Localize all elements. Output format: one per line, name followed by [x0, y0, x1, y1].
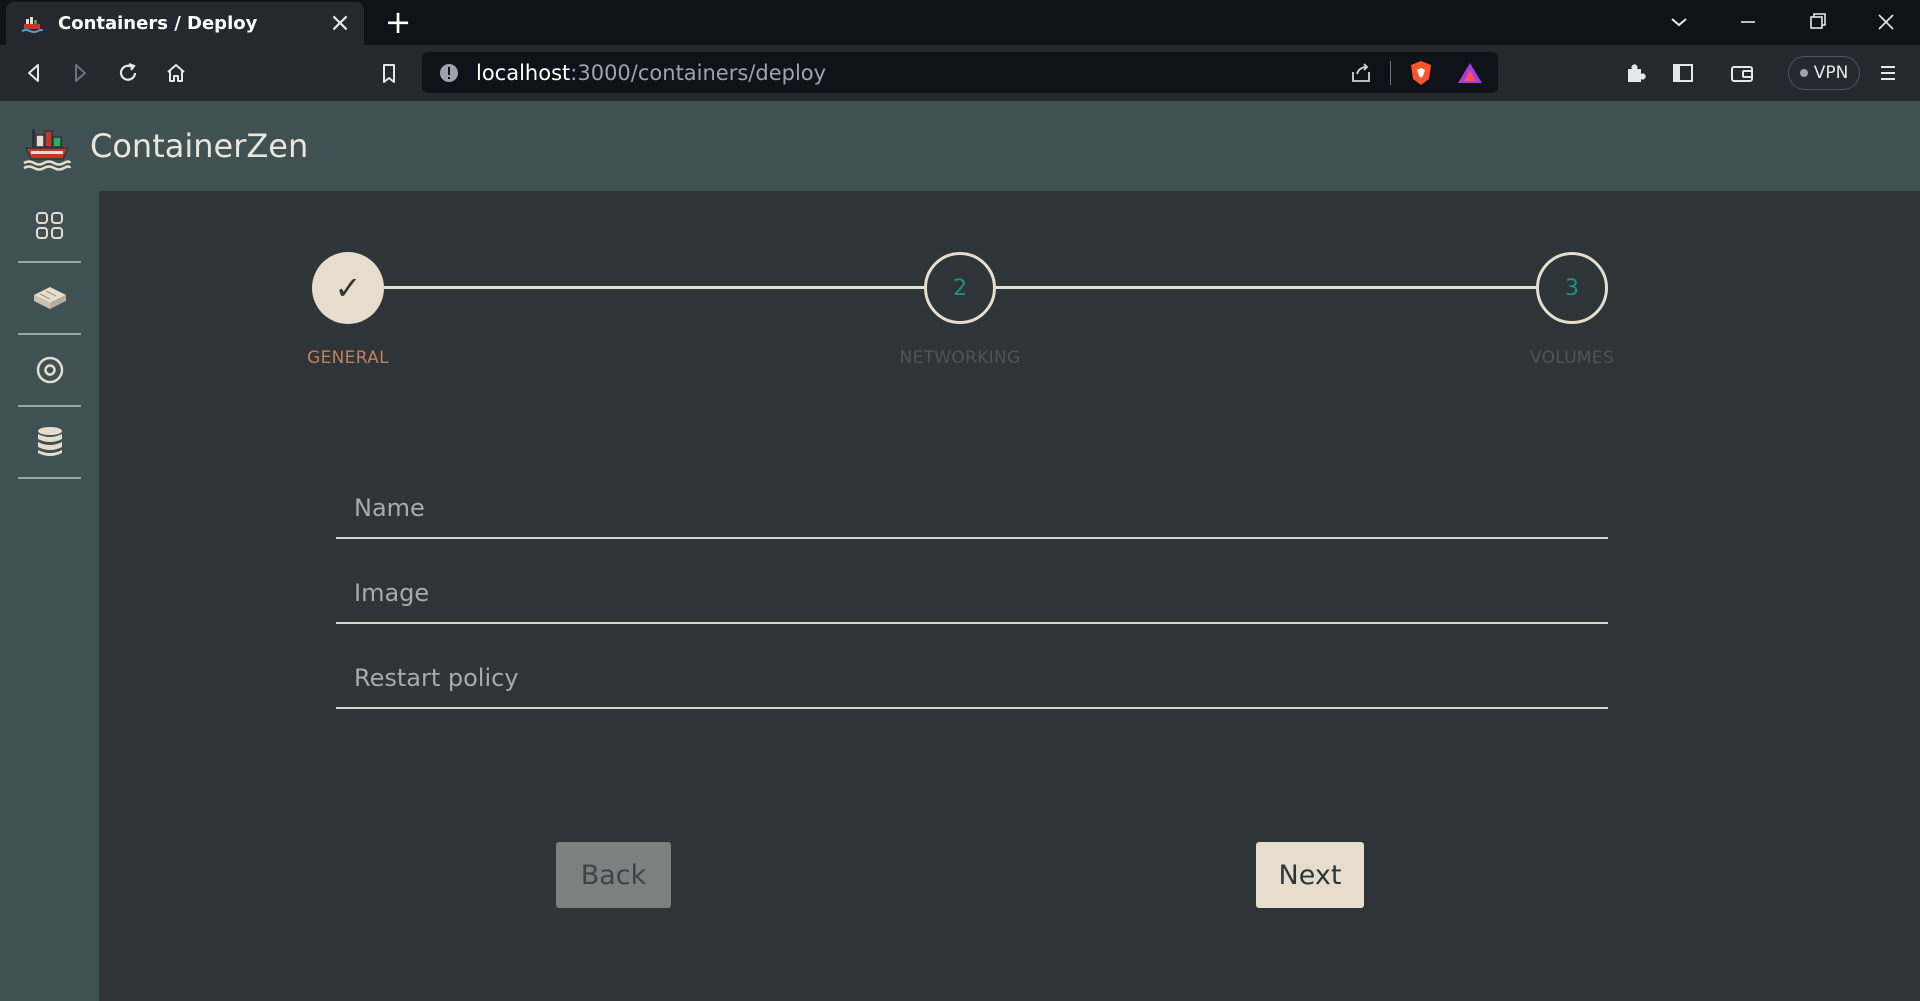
- step-1-label: GENERAL: [307, 348, 389, 368]
- ship-logo-icon[interactable]: [22, 121, 72, 171]
- app-title: ContainerZen: [90, 127, 309, 165]
- minimize-icon[interactable]: [1731, 6, 1765, 38]
- wallet-icon[interactable]: [1726, 57, 1758, 89]
- sidebar-item-dashboard[interactable]: [18, 191, 81, 263]
- sidebar-item-containers[interactable]: [18, 263, 81, 335]
- tab-list-chevron-icon[interactable]: [1662, 6, 1696, 38]
- stepper-connector-1: [384, 286, 926, 289]
- restart-policy-input[interactable]: [336, 649, 1608, 707]
- check-icon: ✓: [334, 269, 362, 307]
- container-box-icon: [33, 287, 66, 309]
- sidebar-item-images[interactable]: [18, 335, 81, 407]
- browser-menu-icon[interactable]: [1872, 57, 1904, 89]
- step-3-number: 3: [1565, 275, 1579, 301]
- vpn-button[interactable]: VPN: [1788, 56, 1860, 90]
- step-2-circle[interactable]: 2: [924, 252, 996, 324]
- name-field: [336, 479, 1608, 539]
- database-icon: [37, 427, 62, 456]
- step-3-label: VOLUMES: [1529, 348, 1615, 368]
- disc-icon: [36, 356, 63, 384]
- restart-policy-field: [336, 649, 1608, 709]
- step-2-number: 2: [953, 275, 967, 301]
- vpn-label: VPN: [1813, 63, 1849, 83]
- ship-favicon-icon: [21, 16, 43, 33]
- back-button[interactable]: Back: [556, 842, 671, 908]
- step-3-circle[interactable]: 3: [1536, 252, 1608, 324]
- address-bar[interactable]: localhost:3000/containers/deploy: [422, 52, 1498, 93]
- url-path: :3000/containers/deploy: [570, 60, 827, 85]
- restore-window-icon[interactable]: [1800, 6, 1834, 38]
- back-arrow-icon[interactable]: [18, 57, 50, 89]
- bookmark-icon[interactable]: [373, 57, 405, 89]
- image-field: [336, 564, 1608, 624]
- browser-tab-bar: Containers / Deploy × +: [0, 0, 1920, 45]
- url-divider: [1390, 61, 1391, 85]
- name-input[interactable]: [336, 479, 1608, 537]
- sidebar-toggle-icon[interactable]: [1667, 57, 1699, 89]
- dashboard-grid-icon: [35, 212, 63, 239]
- home-icon[interactable]: [160, 57, 192, 89]
- stepper-connector-2: [996, 286, 1538, 289]
- tab-title: Containers / Deploy: [58, 13, 258, 34]
- site-info-icon[interactable]: [438, 62, 460, 84]
- tab-close-icon[interactable]: ×: [328, 10, 352, 36]
- url-host: localhost: [476, 60, 571, 85]
- browser-nav-bar: localhost:3000/containers/deploy VPN: [0, 45, 1920, 101]
- sidebar-item-volumes[interactable]: [18, 407, 81, 479]
- brave-rewards-icon[interactable]: [1456, 60, 1484, 86]
- image-input[interactable]: [336, 564, 1608, 622]
- app-header: ContainerZen: [0, 101, 1920, 191]
- vpn-status-dot-icon: [1799, 69, 1808, 77]
- step-1-circle[interactable]: ✓: [312, 252, 384, 324]
- sidebar: [0, 191, 99, 1001]
- extensions-puzzle-icon[interactable]: [1619, 57, 1651, 89]
- reload-icon[interactable]: [112, 57, 144, 89]
- forward-arrow-icon[interactable]: [64, 57, 96, 89]
- url-text: localhost:3000/containers/deploy: [476, 61, 826, 85]
- next-button[interactable]: Next: [1256, 842, 1364, 908]
- share-icon[interactable]: [1348, 60, 1374, 86]
- brave-shield-icon[interactable]: [1408, 59, 1434, 87]
- close-window-icon[interactable]: [1869, 6, 1903, 38]
- new-tab-icon[interactable]: +: [383, 6, 413, 38]
- browser-tab-active[interactable]: Containers / Deploy ×: [6, 2, 364, 45]
- step-2-label: NETWORKING: [899, 348, 1021, 368]
